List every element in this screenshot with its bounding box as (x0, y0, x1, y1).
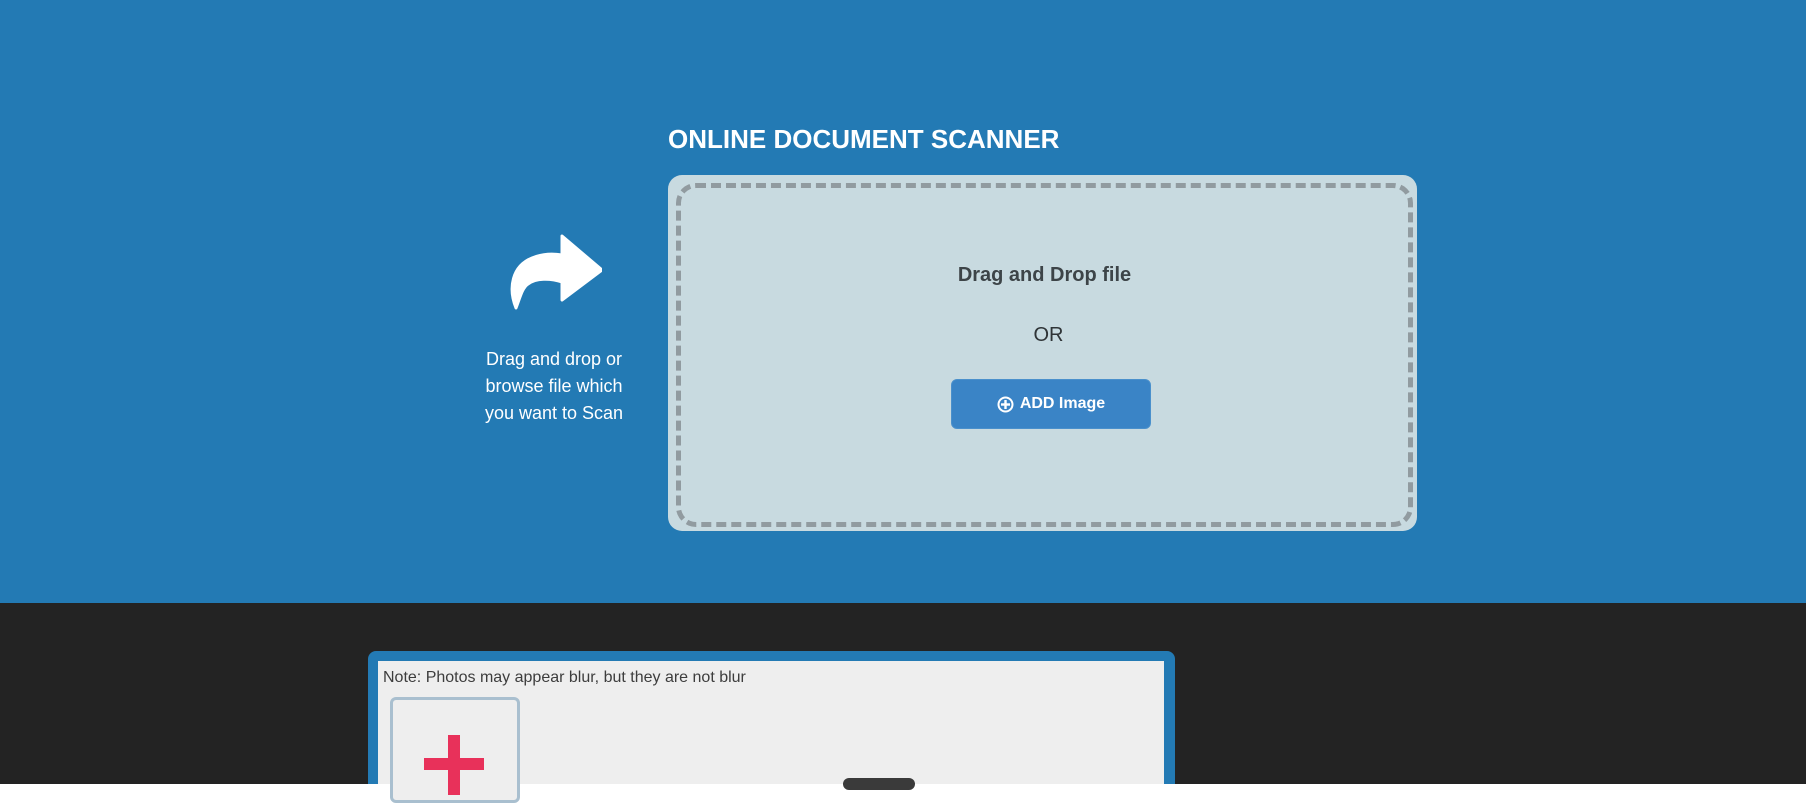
drop-area[interactable]: Drag and Drop file OR ADD Image (676, 183, 1413, 527)
dropzone-container[interactable]: Drag and Drop file OR ADD Image (668, 175, 1417, 531)
preview-panel-body: Note: Photos may appear blur, but they a… (378, 661, 1164, 803)
blur-note: Note: Photos may appear blur, but they a… (383, 669, 746, 686)
plus-circle-icon (997, 396, 1014, 412)
hero-section: ONLINE DOCUMENT SCANNER Drag and drop or… (0, 0, 1806, 603)
scroll-indicator[interactable] (843, 778, 915, 790)
share-arrow-icon (510, 234, 602, 310)
drag-hint: Drag and drop or browse file which you w… (470, 226, 638, 427)
preview-panel: Note: Photos may appear blur, but they a… (368, 651, 1175, 803)
add-image-label: ADD Image (1019, 395, 1106, 412)
hint-text: Drag and drop or browse file which you w… (484, 349, 624, 423)
add-more-tile[interactable] (390, 697, 520, 803)
dropzone-or-text: OR (1033, 324, 1064, 346)
add-image-button[interactable]: ADD Image (951, 379, 1151, 429)
dropzone-title: Drag and Drop file (957, 264, 1132, 286)
page-title: ONLINE DOCUMENT SCANNER (668, 124, 1060, 154)
